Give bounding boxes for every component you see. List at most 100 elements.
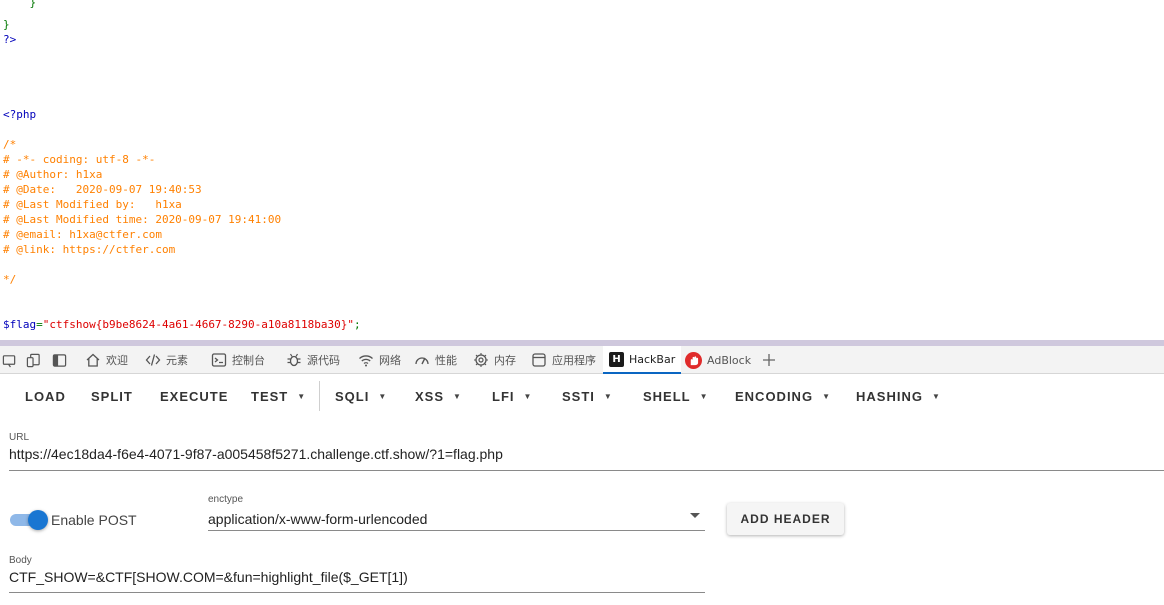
- source-code-view: } } ?> <?php /* # -*- coding: utf-8 -*- …: [0, 0, 1164, 340]
- code-line: }: [3, 18, 10, 31]
- hackbar-toolbar: LOAD SPLIT EXECUTE TEST ▼ SQLI ▼ XSS ▼ LFI ▼…: [0, 375, 1164, 417]
- tab-welcome[interactable]: 欢迎: [85, 346, 128, 374]
- test-menu[interactable]: TEST ▼: [251, 375, 305, 417]
- flag-operator: =: [36, 318, 43, 331]
- xss-label: XSS: [415, 388, 445, 404]
- home-icon: [86, 353, 100, 367]
- tab-hackbar[interactable]: H HackBar: [603, 346, 682, 374]
- enctype-underline: [208, 530, 705, 531]
- tab-application[interactable]: 应用程序: [531, 346, 596, 374]
- device-toolbar-icon[interactable]: [26, 346, 41, 374]
- tab-label: 控制台: [232, 354, 265, 367]
- body-underline: [9, 592, 705, 593]
- hackbar-panel: URL https://4ec18da4-f6e4-4071-9f87-a005…: [0, 417, 1164, 605]
- flag-value: "ctfshow{b9be8624-4a61-4667-8290-a10a811…: [42, 318, 355, 331]
- code-line: <?php: [3, 108, 37, 121]
- tab-label: 源代码: [307, 354, 340, 367]
- body-input[interactable]: CTF_SHOW=&CTF[SHOW.COM=&fun=highlight_fi…: [9, 569, 408, 585]
- tab-console[interactable]: 控制台: [211, 346, 265, 374]
- code-comment-line: # @Author: h1xa: [3, 168, 103, 181]
- code-line: }: [3, 0, 37, 9]
- tab-sources[interactable]: 源代码: [286, 346, 340, 374]
- tab-network[interactable]: 网络: [358, 346, 401, 374]
- xss-menu[interactable]: XSS ▼: [415, 375, 461, 417]
- url-input[interactable]: https://4ec18da4-f6e4-4071-9f87-a005458f…: [9, 446, 503, 462]
- body-label: Body: [9, 555, 32, 566]
- sqli-label: SQLI: [335, 388, 370, 404]
- tab-label: AdBlock: [707, 353, 752, 367]
- code-comment-line: # @email: h1xa@ctfer.com: [3, 228, 162, 241]
- tab-label: 元素: [166, 354, 188, 367]
- bug-icon: [287, 353, 301, 367]
- split-button[interactable]: SPLIT: [91, 375, 133, 417]
- add-tab-icon[interactable]: [761, 346, 777, 374]
- lfi-menu[interactable]: LFI ▼: [492, 375, 531, 417]
- device-emulation-icon[interactable]: [2, 346, 17, 374]
- load-label: LOAD: [25, 388, 66, 404]
- enctype-label: enctype: [208, 494, 244, 505]
- hashing-menu[interactable]: HASHING ▼: [856, 375, 940, 417]
- tab-label: HackBar: [629, 352, 676, 366]
- code-comment-line: */: [3, 273, 17, 286]
- sqli-menu[interactable]: SQLI ▼: [335, 375, 386, 417]
- enable-post-label: Enable POST: [51, 512, 137, 528]
- tab-label: 网络: [379, 354, 401, 367]
- lfi-label: LFI: [492, 388, 515, 404]
- add-header-button[interactable]: ADD HEADER: [727, 503, 844, 535]
- caret-down-icon: ▼: [931, 391, 940, 401]
- url-underline: [9, 470, 1164, 471]
- code-comment-line: # -*- coding: utf-8 -*-: [3, 153, 156, 166]
- split-label: SPLIT: [91, 388, 133, 404]
- tab-label: 性能: [435, 354, 457, 367]
- console-icon: [211, 353, 227, 367]
- toolbar-divider: [319, 381, 320, 411]
- load-button[interactable]: LOAD: [25, 375, 66, 417]
- code-comment-line: # @Date: 2020-09-07 19:40:53: [3, 183, 202, 196]
- code-comment-line: # @Last Modified by: h1xa: [3, 198, 182, 211]
- code-comment-line: /*: [3, 138, 17, 151]
- caret-down-icon: ▼: [453, 391, 461, 401]
- url-label: URL: [9, 432, 30, 443]
- caret-down-icon: ▼: [822, 391, 830, 401]
- caret-down-icon: ▼: [699, 391, 708, 401]
- encoding-menu[interactable]: ENCODING ▼: [735, 375, 830, 417]
- caret-down-icon: ▼: [603, 391, 612, 401]
- shell-menu[interactable]: SHELL ▼: [643, 375, 708, 417]
- flag-semicolon: ;: [354, 318, 361, 331]
- flag-line: $flag="ctfshow{b9be8624-4a61-4667-8290-a…: [3, 317, 361, 332]
- flag-variable: $flag: [3, 318, 37, 331]
- test-label: TEST: [251, 388, 289, 404]
- tab-elements[interactable]: 元素: [145, 346, 188, 374]
- code-icon: [145, 354, 161, 366]
- code-comment-line: # @Last Modified time: 2020-09-07 19:41:…: [3, 213, 282, 226]
- dock-side-icon[interactable]: [52, 346, 67, 374]
- wifi-icon: [359, 355, 373, 367]
- ssti-menu[interactable]: SSTI ▼: [562, 375, 612, 417]
- tab-adblock[interactable]: AdBlock: [685, 346, 751, 374]
- tab-label: 欢迎: [106, 354, 128, 367]
- tab-performance[interactable]: 性能: [414, 346, 457, 374]
- execute-label: EXECUTE: [160, 388, 229, 404]
- execute-button[interactable]: EXECUTE: [160, 375, 228, 417]
- encoding-label: ENCODING: [735, 388, 814, 404]
- memory-icon: [474, 353, 488, 367]
- enable-post-toggle[interactable]: [10, 510, 48, 530]
- devtools-tab-bar: 欢迎 元素 控制台 源代码 网络 性能 内存 应用程序 H HackBar Ad…: [0, 346, 1164, 374]
- enctype-select[interactable]: application/x-www-form-urlencoded: [208, 511, 427, 527]
- tab-label: 应用程序: [552, 354, 596, 367]
- toggle-thumb: [28, 510, 48, 530]
- caret-down-icon: ▼: [297, 391, 306, 401]
- tab-label: 内存: [494, 354, 516, 367]
- adblock-icon: [685, 351, 702, 369]
- code-line: ?>: [3, 33, 17, 46]
- hackbar-icon: H: [609, 351, 624, 367]
- performance-icon: [415, 357, 429, 365]
- application-icon: [532, 353, 546, 367]
- shell-label: SHELL: [643, 388, 691, 404]
- ssti-label: SSTI: [562, 388, 595, 404]
- chevron-down-icon[interactable]: [690, 513, 700, 518]
- caret-down-icon: ▼: [523, 391, 532, 401]
- tab-memory[interactable]: 内存: [473, 346, 516, 374]
- hashing-label: HASHING: [856, 388, 923, 404]
- code-comment-line: # @link: https://ctfer.com: [3, 243, 176, 256]
